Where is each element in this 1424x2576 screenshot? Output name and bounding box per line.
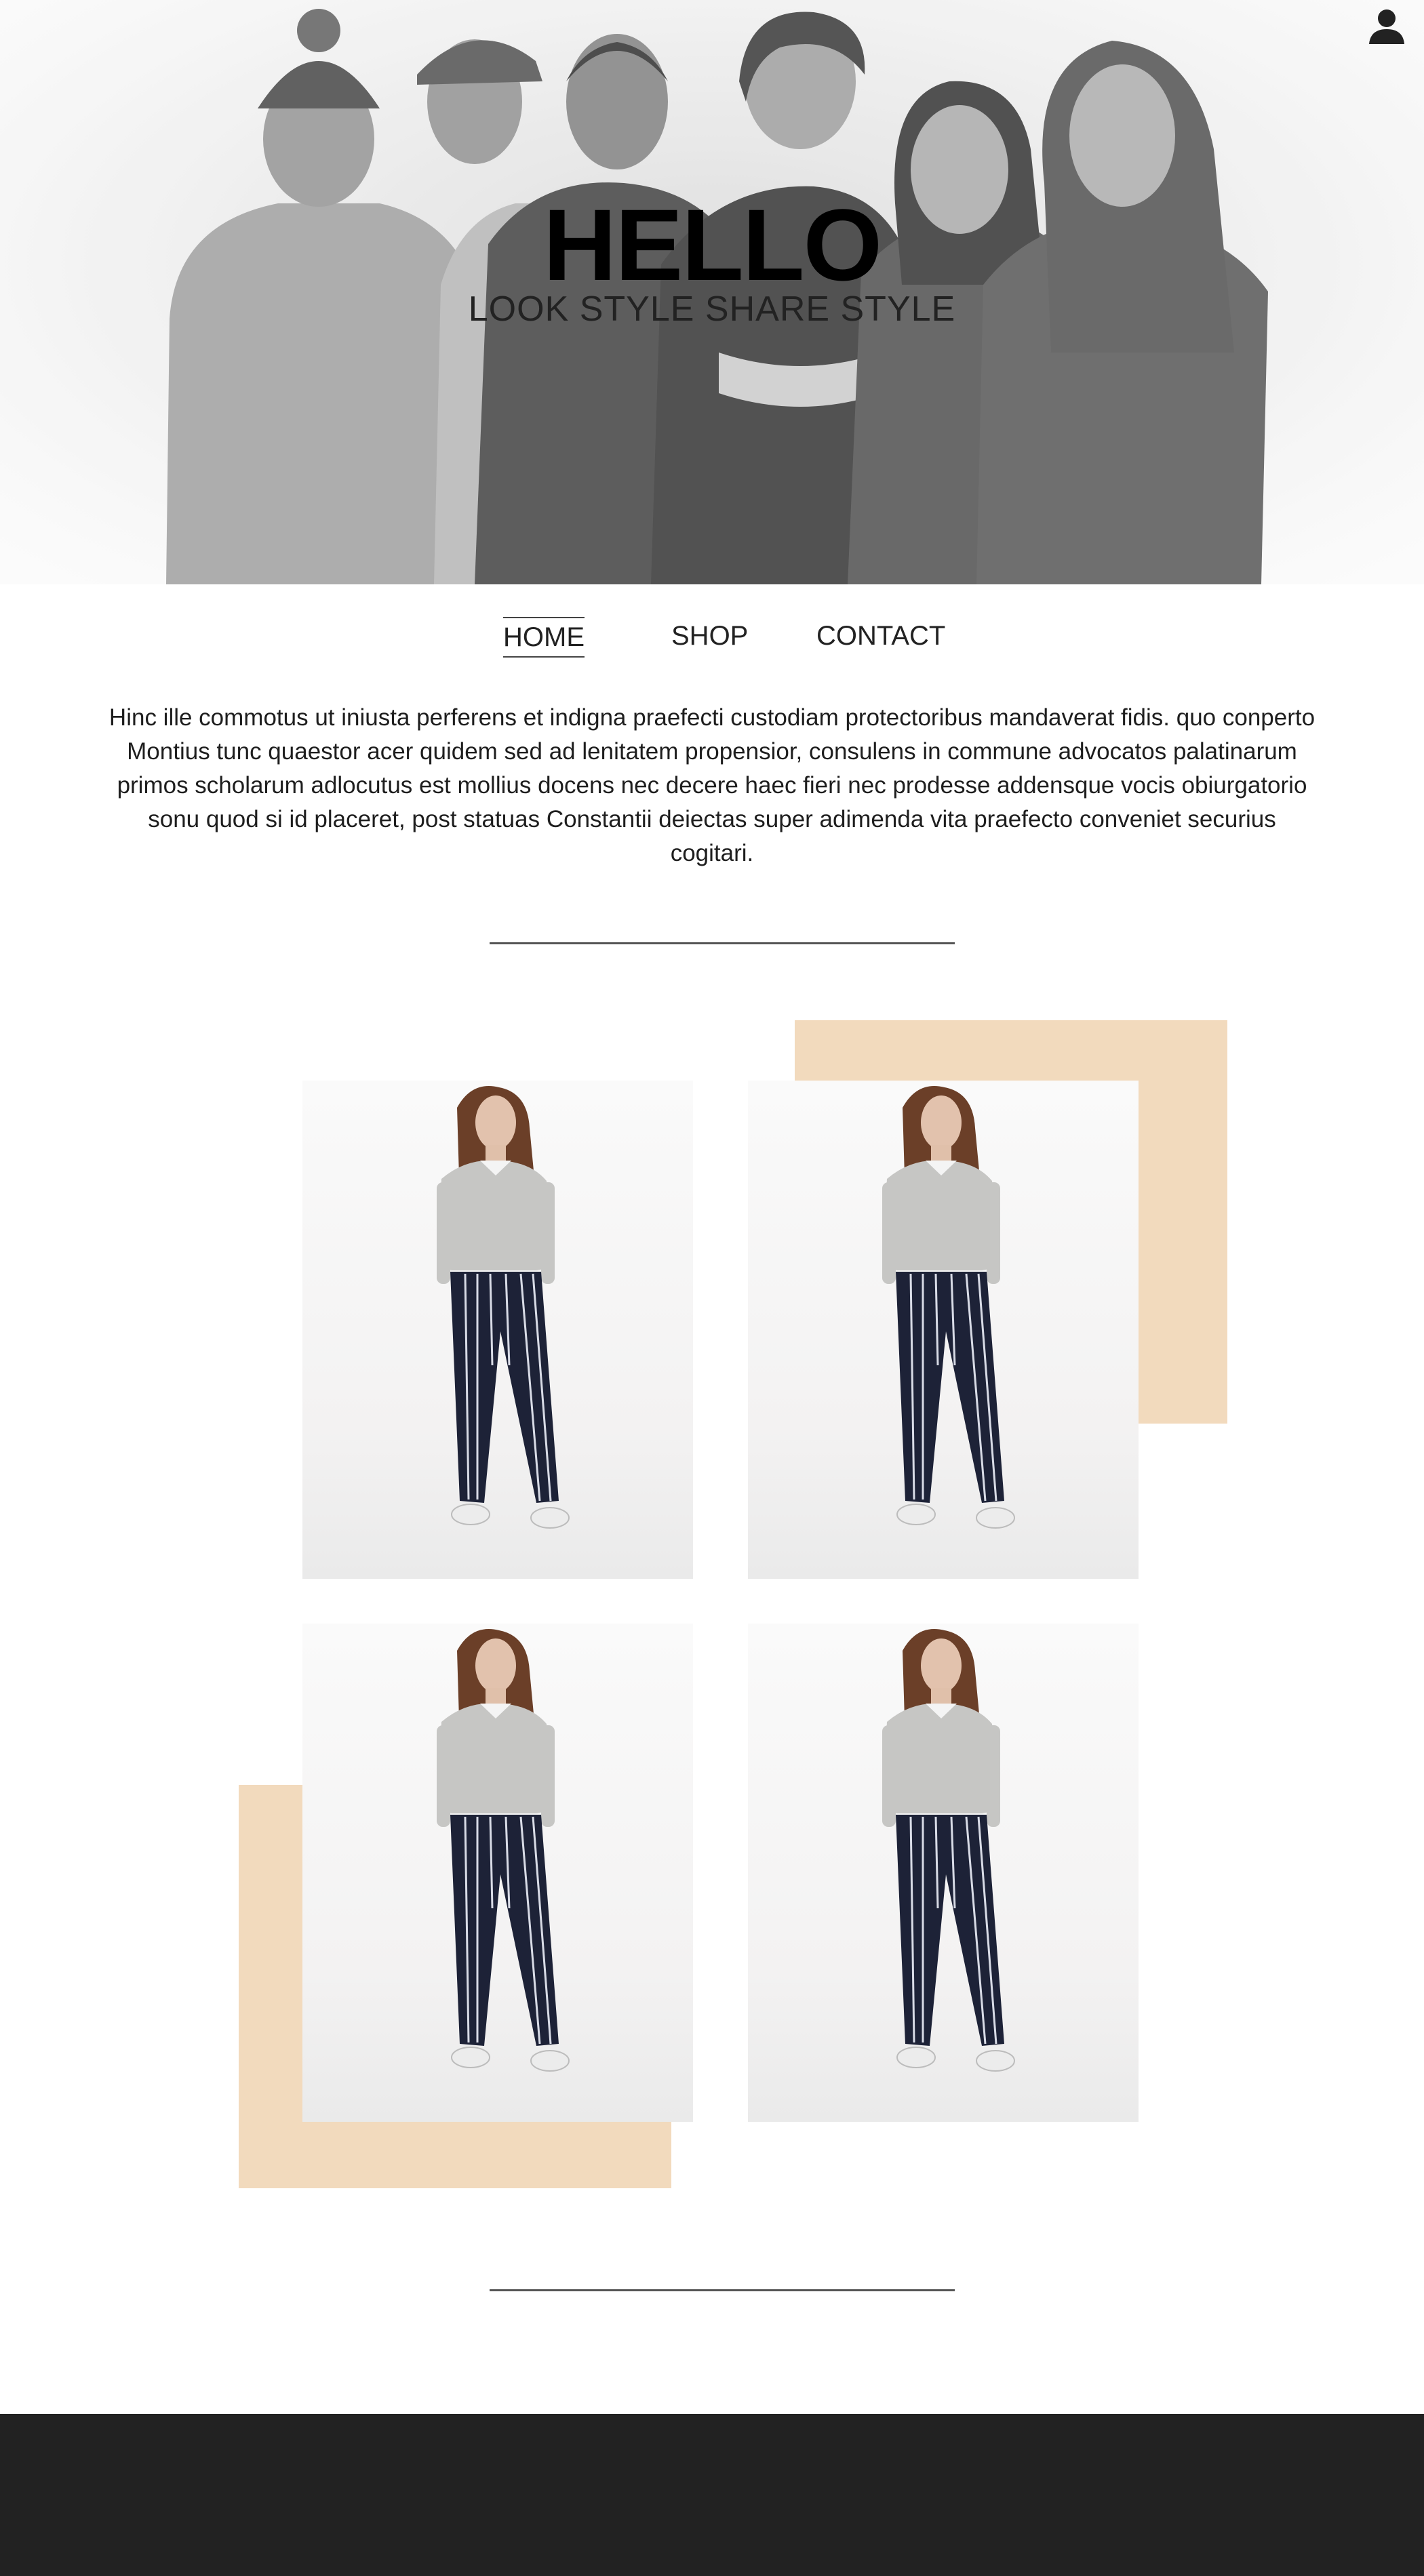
model-photo — [882, 1629, 1015, 2072]
intro-paragraph: Hinc ille commotus ut iniusta perferens … — [108, 704, 1316, 866]
gallery-item[interactable] — [748, 1624, 1139, 2122]
gallery-item[interactable] — [748, 1081, 1139, 1579]
main-navigation: HOME SHOP CONTACT — [0, 610, 1424, 664]
nav-item-shop[interactable]: SHOP — [671, 618, 748, 653]
nav-item-home[interactable]: HOME — [503, 617, 585, 658]
model-photo — [882, 1086, 1015, 1529]
footer — [0, 2414, 1424, 2576]
nav-item-contact[interactable]: CONTACT — [816, 618, 945, 653]
model-photo — [437, 1629, 570, 2072]
section-divider-bottom — [490, 2289, 955, 2291]
hero-subtitle: LOOK STYLE SHARE STYLE — [468, 289, 956, 329]
gallery-item[interactable] — [302, 1624, 693, 2122]
user-account-icon[interactable] — [1368, 9, 1406, 44]
section-divider-top — [490, 942, 955, 944]
gallery-item[interactable] — [302, 1081, 693, 1579]
model-photo — [437, 1086, 570, 1529]
hero-title: HELLO — [542, 188, 882, 302]
hero-banner: HELLO LOOK STYLE SHARE STYLE — [0, 0, 1424, 584]
